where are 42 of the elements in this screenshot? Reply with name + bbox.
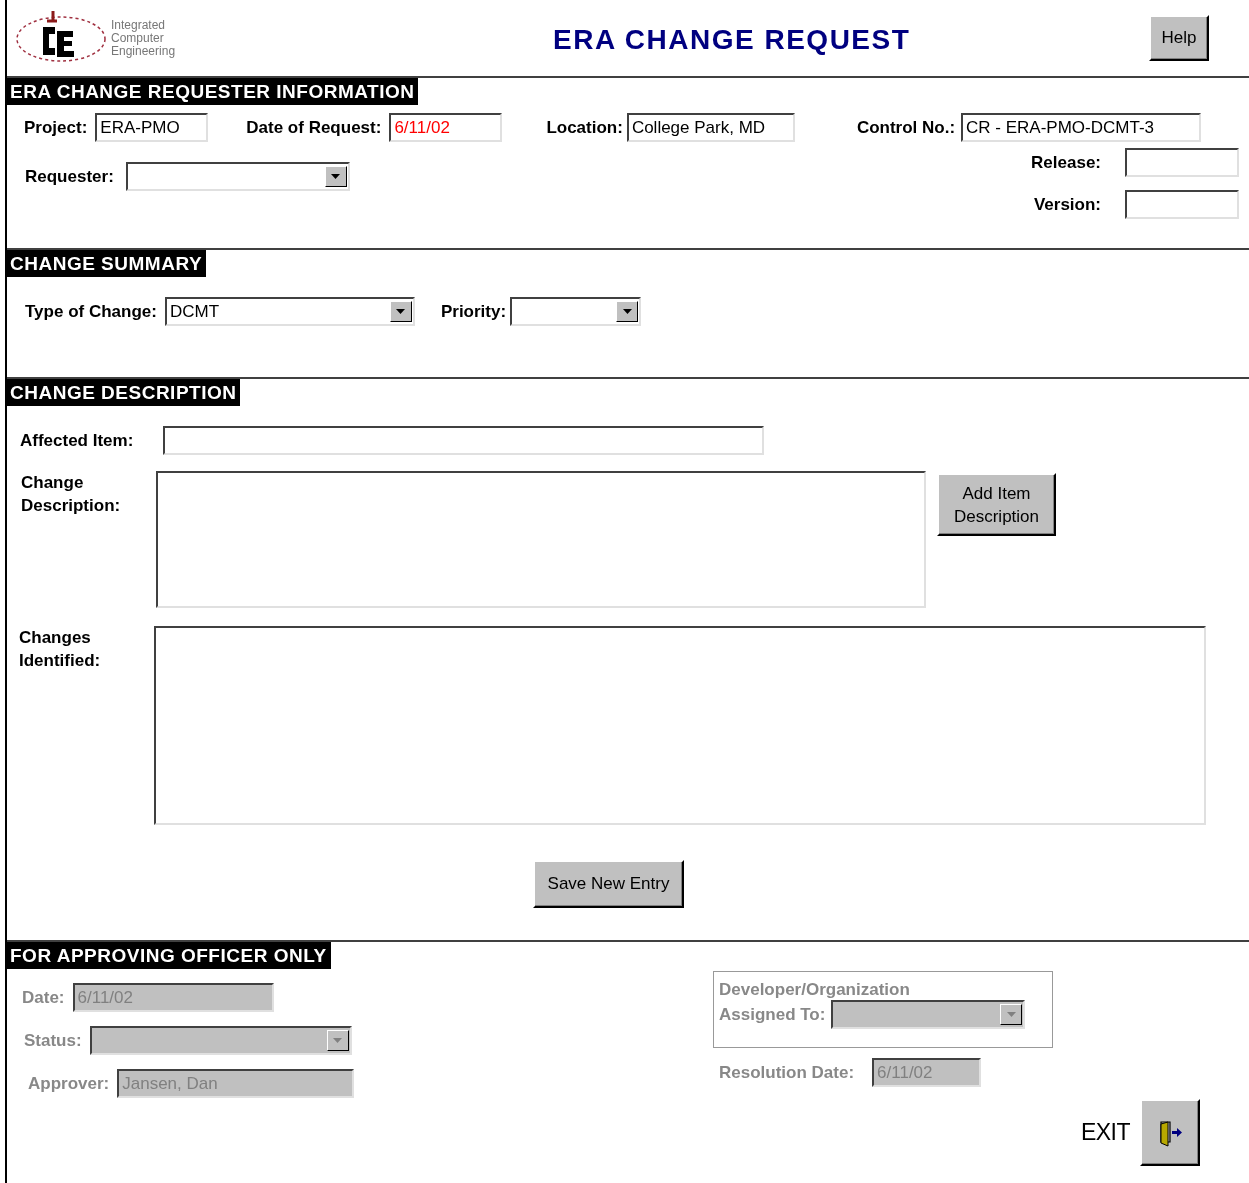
field-label: Resolution Date: xyxy=(719,1062,855,1083)
date-field[interactable]: 6/11/02 xyxy=(389,113,503,142)
project-field[interactable]: ERA-PMO xyxy=(95,113,209,142)
field-label: Affected Item: xyxy=(20,430,135,451)
field-label: Developer/Organization xyxy=(719,980,911,1000)
priority-dropdown[interactable] xyxy=(510,297,642,326)
logo-text: Engineering xyxy=(111,44,176,58)
help-button[interactable]: Help xyxy=(1149,15,1209,61)
logo-text: Integrated xyxy=(111,18,167,32)
field-label: Change Description: xyxy=(21,472,122,517)
field-label: Date: xyxy=(22,987,65,1008)
section-heading: ERA CHANGE REQUESTER INFORMATION xyxy=(7,78,419,105)
field-label: Type of Change: xyxy=(25,301,157,322)
field-label: Changes Identified: xyxy=(19,627,102,672)
control-number-field[interactable]: CR - ERA-PMO-DCMT-3 xyxy=(961,113,1202,142)
field-label: Control No.: xyxy=(856,117,956,138)
field-label: Requester: xyxy=(25,166,114,187)
add-item-description-button[interactable]: Add Item Description xyxy=(937,473,1056,536)
field-label: Priority: xyxy=(440,301,507,322)
field-label: Date of Request: xyxy=(246,117,382,138)
affected-item-field[interactable] xyxy=(163,426,764,455)
field-label: Approver: xyxy=(28,1073,110,1094)
form-title: ERA CHANGE REQUEST xyxy=(553,24,911,56)
logo-text: Computer xyxy=(111,31,164,45)
version-field[interactable] xyxy=(1125,190,1239,219)
save-new-entry-button[interactable]: Save New Entry xyxy=(533,860,684,908)
field-label: Assigned To: xyxy=(719,1004,826,1025)
type-of-change-dropdown[interactable]: DCMT xyxy=(164,297,415,326)
field-label: Version: xyxy=(1033,194,1101,215)
section-heading: CHANGE SUMMARY xyxy=(7,250,207,277)
field-label: Status: xyxy=(24,1030,82,1051)
section-heading: FOR APPROVING OFFICER ONLY xyxy=(7,942,331,969)
requester-dropdown[interactable] xyxy=(125,162,350,191)
exit-button[interactable] xyxy=(1140,1099,1200,1166)
field-label: Location: xyxy=(546,117,623,138)
field-label: Project: xyxy=(24,117,88,138)
release-field[interactable] xyxy=(1125,148,1239,177)
location-field[interactable]: College Park, MD xyxy=(626,113,795,142)
exit-label: EXIT xyxy=(1080,1119,1130,1146)
door-icon xyxy=(1157,1118,1183,1147)
field-label: Release: xyxy=(1031,152,1101,173)
section-heading: CHANGE DESCRIPTION xyxy=(7,379,241,406)
